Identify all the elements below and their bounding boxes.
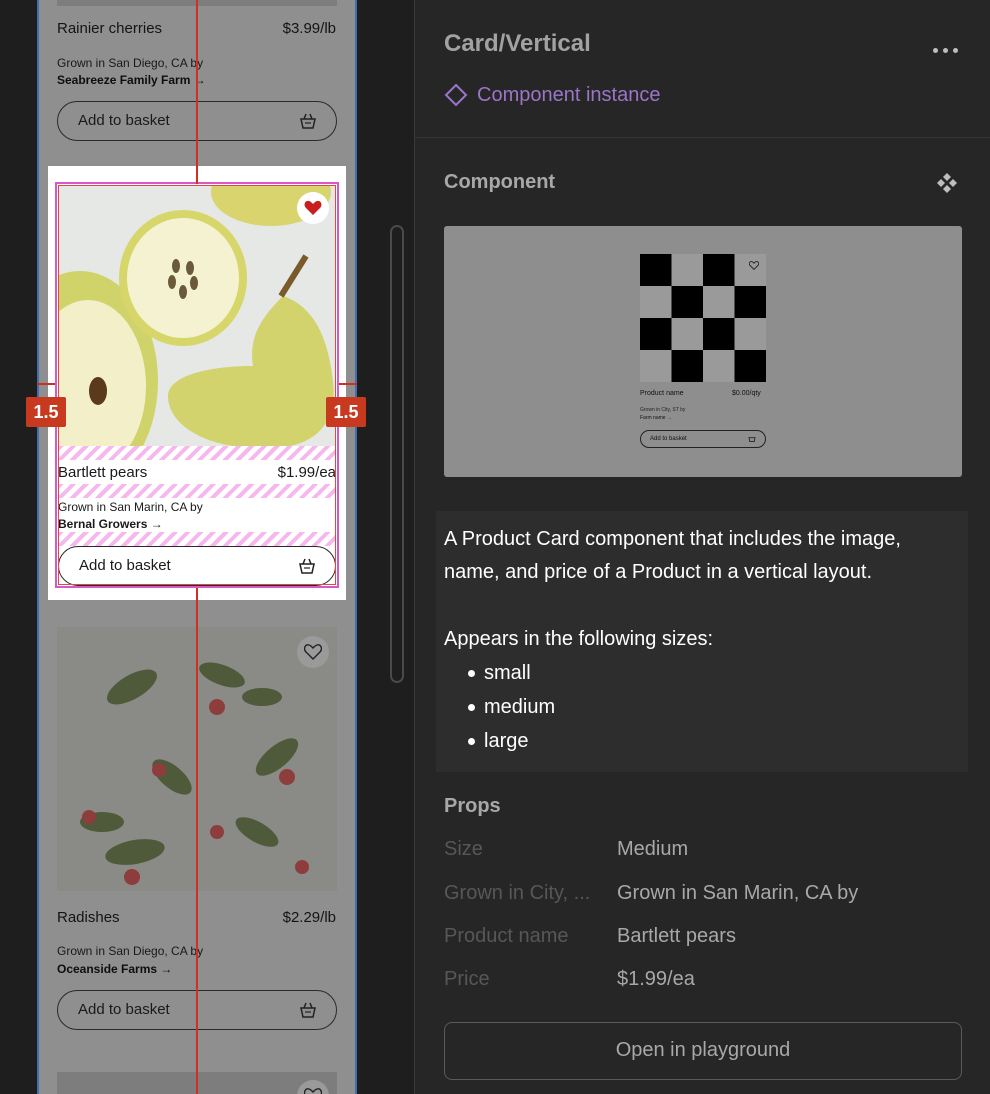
add-to-basket-label: Add to basket [78,1001,170,1018]
preview-add-to-basket-label: Add to basket [650,436,687,442]
favorite-button[interactable] [297,636,329,668]
preview-product-name: Product name [640,390,684,397]
basket-icon [300,1002,316,1018]
preview-add-to-basket-button: Add to basket [640,430,766,448]
product-origin: Grown in San Diego, CA by [57,944,204,958]
component-heading: Component [444,171,556,193]
spacing-measurement-left: 1.5 [26,397,66,427]
preview-heart-icon [749,261,759,270]
preview-product-price: $0.00/qty [732,390,761,397]
design-canvas[interactable]: Rainier cherries $3.99/lb Grown in San D… [0,0,414,1094]
measure-line-right [339,383,357,385]
component-description: A Product Card component that includes t… [436,511,968,772]
size-item: medium [468,690,960,724]
prop-value[interactable]: $1.99/ea [617,968,695,991]
props-heading: Props [444,795,501,817]
preview-basket-icon [748,437,756,442]
prop-value[interactable]: Grown in San Marin, CA by [617,882,858,905]
measure-line-left [37,383,55,385]
size-item: large [468,724,960,758]
inspect-panel: Card/Vertical Component instance Compone… [414,0,990,1094]
product-price: $3.99/lb [282,20,336,37]
more-options-icon[interactable] [933,40,965,53]
heart-outline-icon [304,1088,322,1094]
open-in-playground-button[interactable]: Open in playground [444,1022,962,1080]
component-set-icon[interactable] [936,172,958,194]
preview-product-origin: Grown in City, ST by [640,407,686,413]
app-root: Rainier cherries $3.99/lb Grown in San D… [0,0,990,1094]
divider [415,137,990,138]
prop-key: Size [444,838,483,860]
component-instance-link[interactable]: Component instance [444,80,660,110]
farm-link[interactable]: Oceanside Farms → [57,962,172,976]
size-item: small [468,656,960,690]
prop-key: Grown in City, ... [444,882,591,904]
selected-product-card[interactable]: Bartlett pears $1.99/ea Grown in San Mar… [48,166,346,600]
prop-key: Price [444,968,490,990]
canvas-scrollbar[interactable] [390,225,404,683]
description-text: A Product Card component that includes t… [444,528,901,583]
farm-link[interactable]: Seabreeze Family Farm → [57,73,206,87]
product-price: $2.29/lb [282,909,336,926]
basket-icon [300,113,316,129]
preview-farm-link: Farm name → [640,415,672,421]
add-to-basket-label: Add to basket [78,112,170,129]
prop-value[interactable]: Bartlett pears [617,925,736,948]
component-preview[interactable]: Product name $0.00/qty Grown in City, ST… [444,226,962,477]
product-origin: Grown in San Diego, CA by [57,56,204,70]
prop-key: Product name [444,925,569,947]
center-guide-line [196,588,198,1094]
preview-image-placeholder [640,254,766,382]
component-instance-label: Component instance [477,83,661,106]
component-instance-icon [444,83,468,107]
center-guide-line [196,0,198,184]
component-title: Card/Vertical [444,30,591,57]
prop-value[interactable]: Medium [617,838,688,861]
sizes-intro: Appears in the following sizes: [444,628,714,650]
sizes-list: small medium large [444,656,960,758]
product-name: Rainier cherries [57,20,163,37]
product-name: Radishes [57,909,120,926]
spacing-measurement-right: 1.5 [326,397,366,427]
heart-outline-icon [304,644,322,660]
layout-outline [58,185,336,585]
